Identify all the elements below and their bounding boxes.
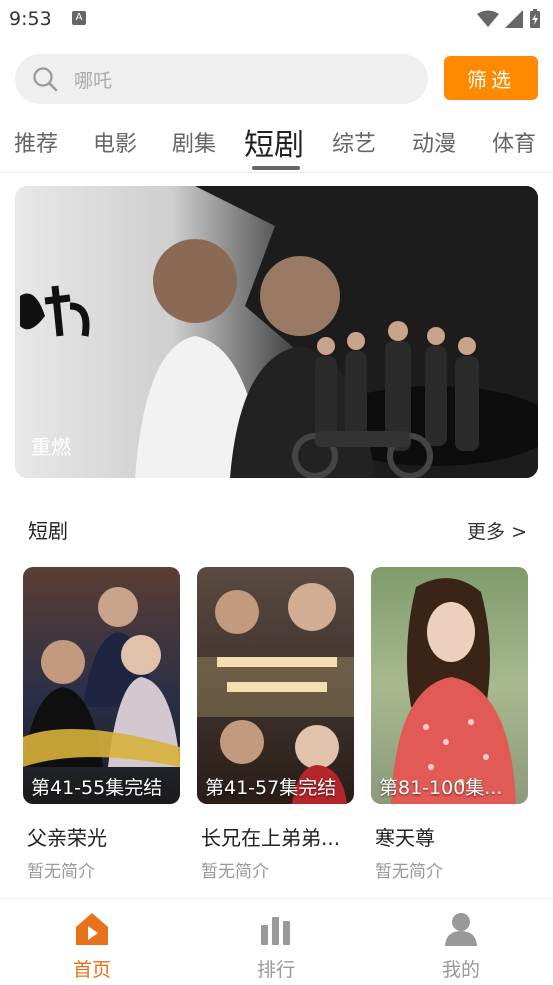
featured-banner[interactable]: 重燃 [15, 186, 538, 478]
tab-series[interactable]: 剧集 [172, 126, 216, 158]
battery-icon [530, 9, 540, 28]
episode-label: 第41-57集完结 [205, 777, 337, 799]
poster-art [197, 583, 354, 804]
poster-art [391, 578, 516, 804]
episode-label: 第81-100集... [379, 777, 503, 799]
drama-card[interactable]: 第41-57集完结 长兄在上弟弟... 暂无简介 [197, 567, 354, 882]
card-description: 暂无简介 [201, 862, 269, 882]
tab-short-drama[interactable]: 短剧 [244, 120, 304, 164]
card-title: 父亲荣光 [27, 826, 107, 850]
search-placeholder: 哪吒 [74, 69, 113, 92]
card-title: 寒天尊 [375, 826, 435, 850]
signal-icon [505, 10, 523, 28]
search-input[interactable]: 哪吒 [15, 54, 428, 104]
tab-variety[interactable]: 综艺 [332, 126, 376, 158]
drama-poster: 第41-55集完结 [23, 567, 180, 804]
wifi-icon [477, 10, 499, 27]
search-row: 哪吒 筛选 [15, 54, 538, 104]
nav-home[interactable]: 首页 [42, 911, 142, 982]
filter-button[interactable]: 筛选 [444, 56, 538, 100]
user-icon [445, 913, 477, 946]
tab-sports[interactable]: 体育 [492, 126, 536, 158]
drama-card[interactable]: 第41-55集完结 父亲荣光 暂无简介 [23, 567, 180, 882]
status-time: 9:53 [9, 8, 52, 30]
card-description: 暂无简介 [375, 862, 443, 882]
search-icon [33, 67, 58, 92]
tab-recommend[interactable]: 推荐 [14, 126, 58, 158]
nav-home-label: 首页 [72, 959, 111, 981]
section-title: 短剧 [28, 519, 68, 543]
nav-ranking-label: 排行 [256, 959, 295, 981]
nav-profile[interactable]: 我的 [411, 911, 511, 982]
status-bar: 9:53 A [0, 0, 553, 40]
status-icons [477, 9, 541, 29]
notification-icon: A [72, 11, 86, 25]
more-link[interactable]: 更多 > [467, 517, 527, 544]
nav-ranking[interactable]: 排行 [226, 911, 326, 982]
tab-movies[interactable]: 电影 [93, 126, 137, 158]
banner-artwork [20, 186, 538, 478]
drama-poster: 第41-57集完结 [197, 567, 354, 804]
bottom-navigation: 首页 排行 我的 [0, 898, 553, 985]
home-icon [76, 913, 108, 945]
ranking-icon [261, 917, 290, 945]
nav-profile-label: 我的 [441, 959, 480, 981]
card-title: 长兄在上弟弟... [201, 826, 341, 850]
poster-art [23, 587, 180, 767]
tab-anime[interactable]: 动漫 [412, 126, 456, 158]
active-tab-indicator [252, 166, 300, 170]
drama-poster: 第81-100集... [371, 567, 528, 804]
drama-card[interactable]: 第81-100集... 寒天尊 暂无简介 [371, 567, 528, 882]
banner-title: 重燃 [31, 435, 71, 459]
episode-label: 第41-55集完结 [31, 777, 163, 799]
card-description: 暂无简介 [27, 862, 95, 882]
category-tabs: 推荐 电影 剧集 短剧 综艺 动漫 体育 [0, 118, 553, 173]
